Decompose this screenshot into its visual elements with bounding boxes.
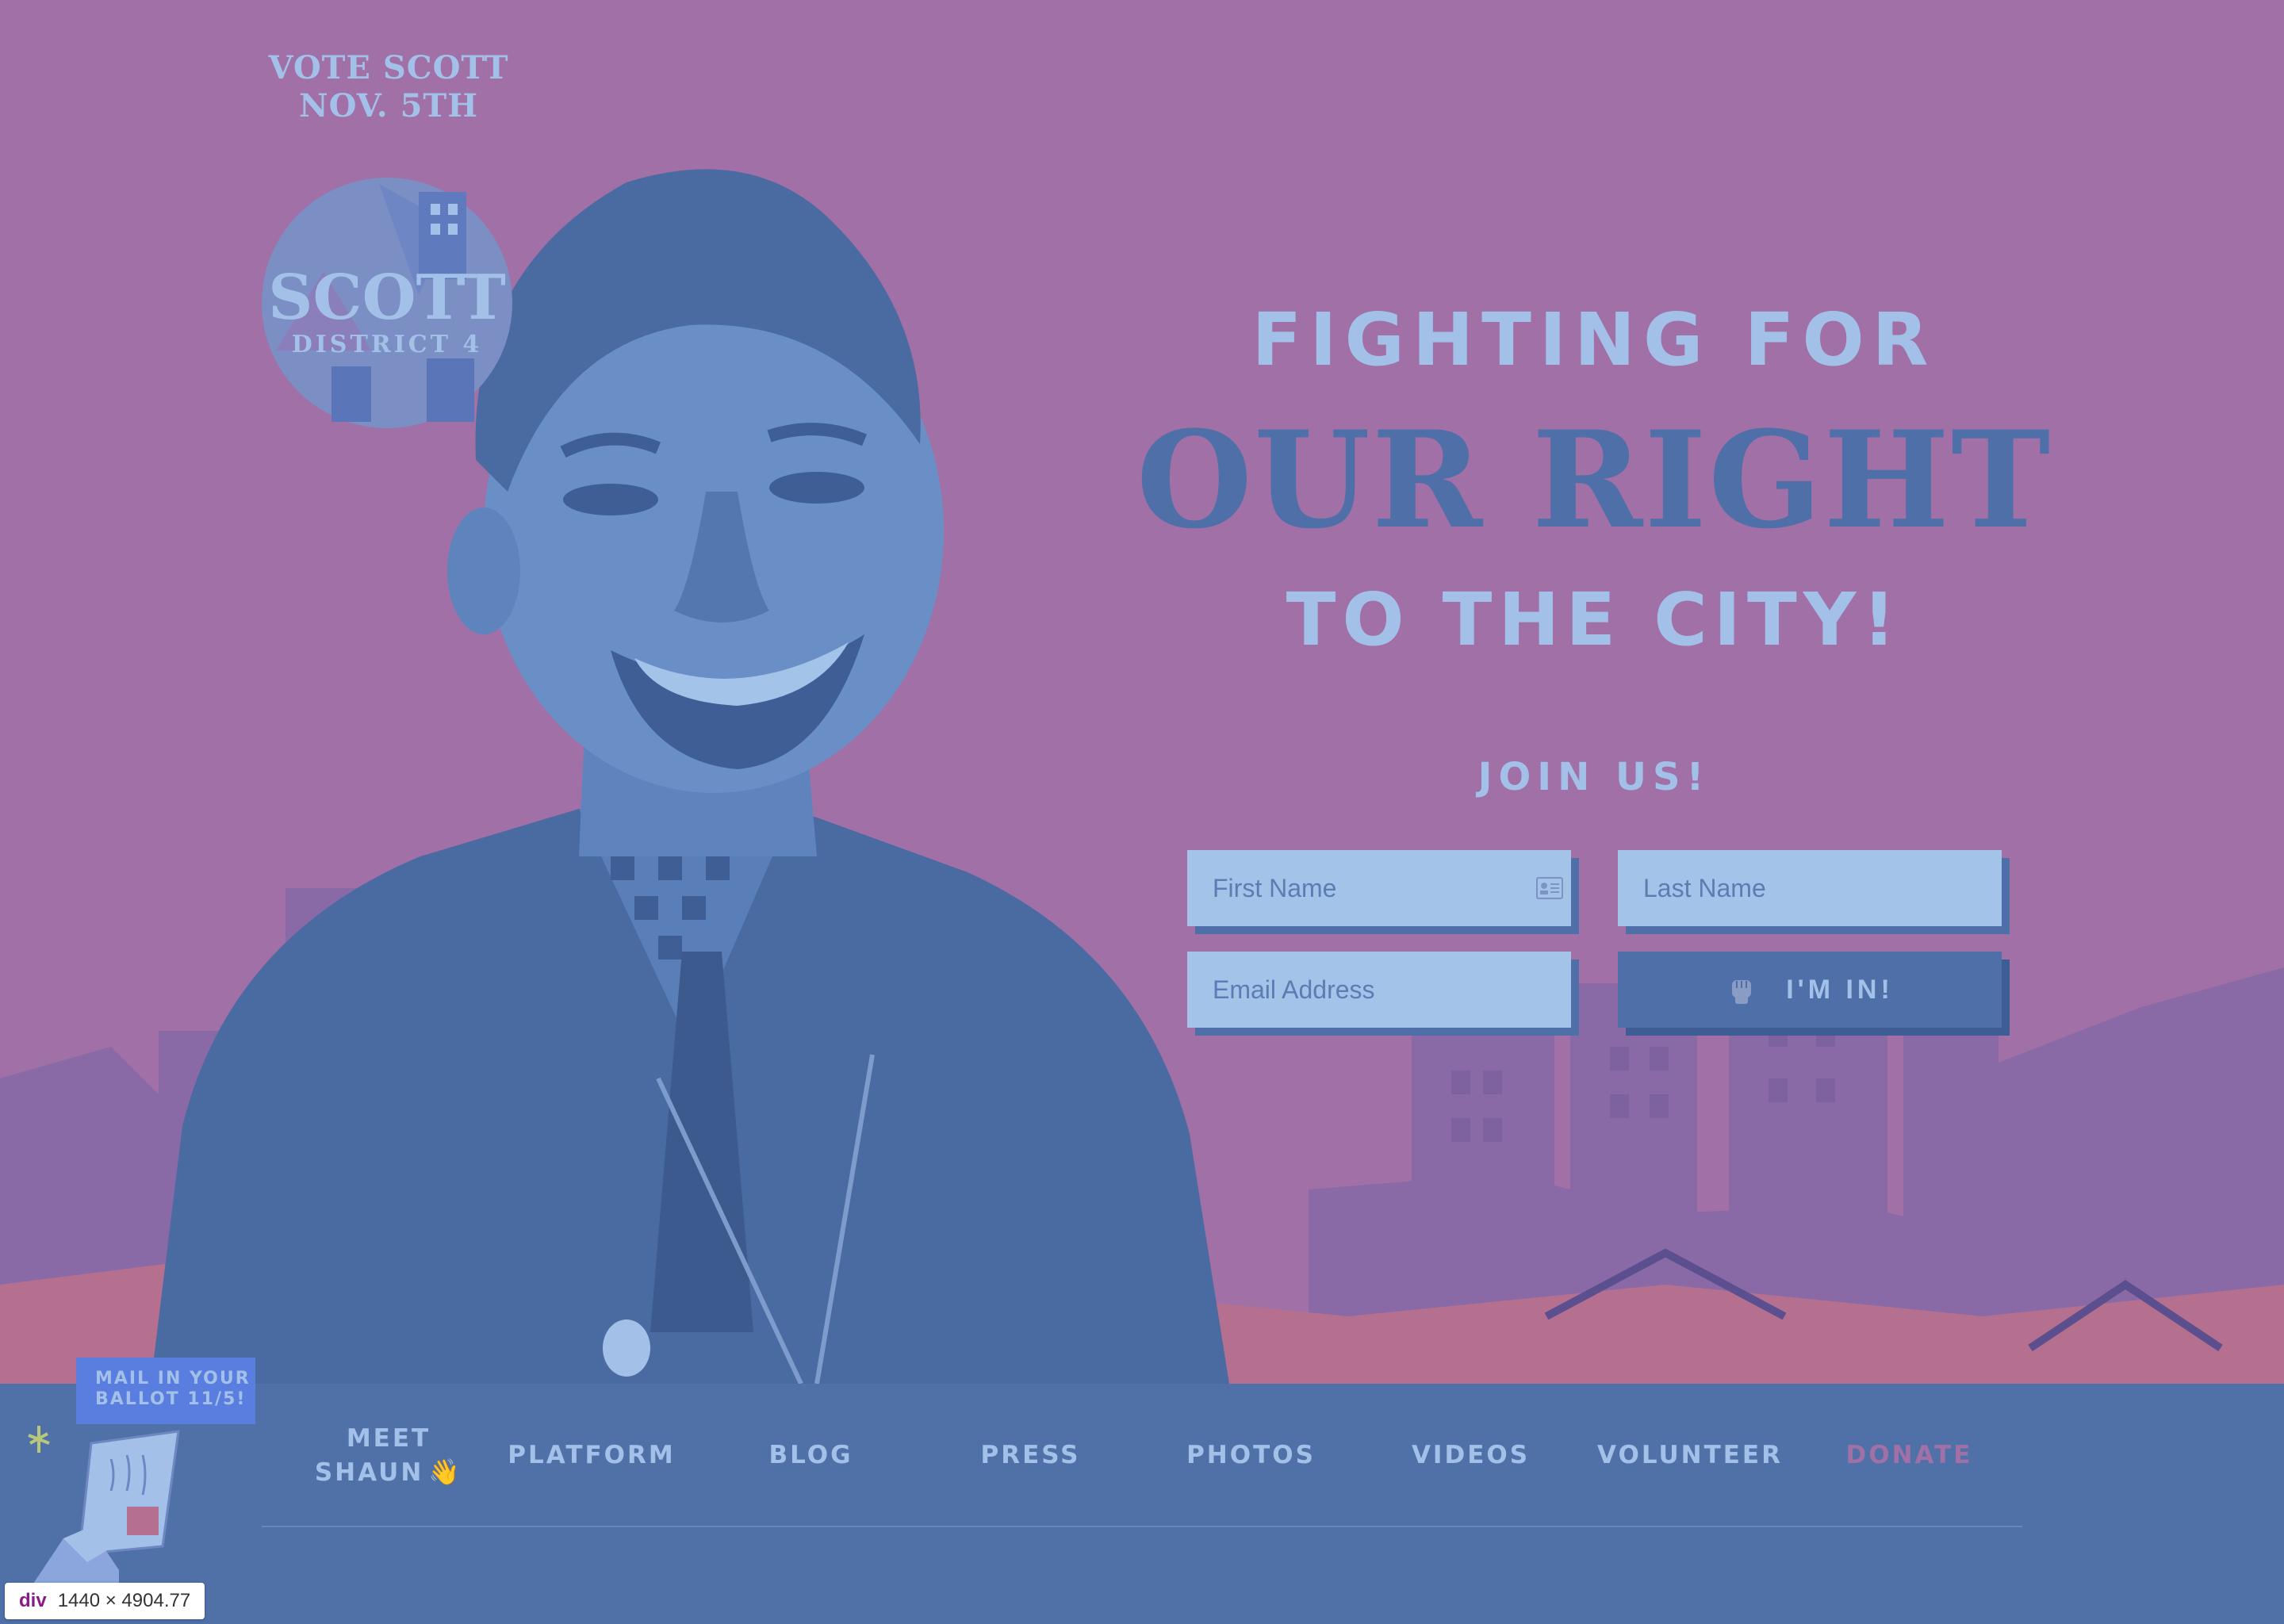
nav-meet-shaun[interactable]: MEET SHAUN 👋 (301, 1384, 476, 1526)
raised-fist-icon (1732, 980, 1752, 1004)
waving-hand-icon: 👋 (428, 1456, 463, 1487)
first-name-field[interactable] (1187, 850, 1571, 926)
element-inspector-tooltip: div 1440 × 4904.77 (5, 1583, 205, 1619)
hero-headline-line-1: FIGHTING FOR (1251, 297, 1937, 382)
contact-card-icon (1536, 877, 1563, 899)
logo-name: SCOTT (268, 262, 506, 334)
hero-headline-line-2: OUR RIGHT (1136, 401, 2052, 558)
campaign-logo[interactable]: SCOTT DISTRICT 4 (260, 176, 514, 430)
nav-volunteer[interactable]: VOLUNTEER (1597, 1384, 1780, 1526)
submit-label: I'M IN! (1786, 974, 1894, 1005)
join-us-title: JOIN US! (1477, 755, 1711, 799)
last-name-field[interactable] (1618, 850, 2002, 926)
vote-date-tagline: VOTE SCOTT NOV. 5TH (198, 49, 579, 125)
inspector-element-size: 1440 × 4904.77 (57, 1590, 191, 1611)
nav-donate[interactable]: DONATE (1840, 1384, 1979, 1526)
nav-platform[interactable]: PLATFORM (508, 1384, 673, 1526)
nav-blog[interactable]: BLOG (742, 1384, 880, 1526)
ballot-hand-illustration (28, 1426, 180, 1586)
nav-press[interactable]: PRESS (961, 1384, 1100, 1526)
logo-district: DISTRICT 4 (292, 331, 483, 358)
nav-photos[interactable]: PHOTOS (1182, 1384, 1320, 1526)
ballot-badge-line-1: MAIL IN YOUR (95, 1369, 251, 1388)
email-field[interactable] (1187, 952, 1571, 1028)
im-in-submit-button[interactable]: I'M IN! (1618, 952, 2002, 1028)
vote-line-2: NOV. 5TH (299, 87, 478, 124)
vote-line-1: VOTE SCOTT (268, 49, 509, 86)
nav-meet-line-2: SHAUN (314, 1457, 424, 1487)
inspector-element-tag: div (19, 1590, 47, 1611)
ballot-badge-line-2: BALLOT 11/5! (95, 1389, 247, 1409)
landing-page: VOTE SCOTT NOV. 5TH SCOTT DISTRICT 4 FIG… (0, 0, 2284, 1624)
nav-meet-line-1: MEET (346, 1423, 431, 1453)
hero-headline-line-3: TO THE CITY! (1286, 577, 1903, 662)
nav-videos[interactable]: VIDEOS (1401, 1384, 1540, 1526)
